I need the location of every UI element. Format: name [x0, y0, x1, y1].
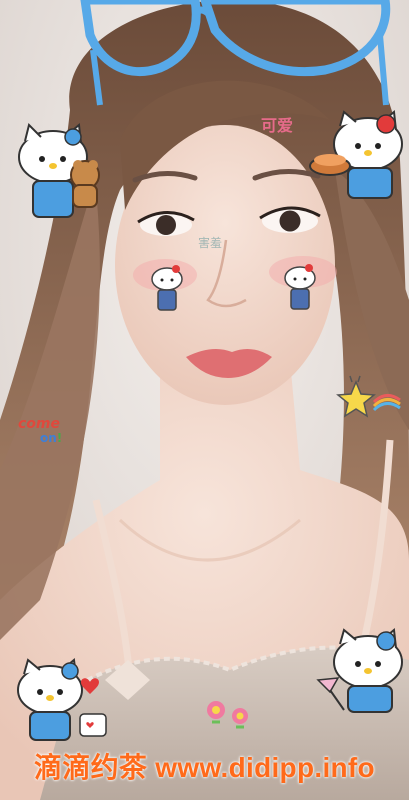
cute-text-sticker: 可爱 — [261, 116, 294, 135]
on-text: on — [40, 431, 57, 445]
right-pupil — [279, 210, 301, 232]
selfie-photo — [0, 0, 409, 800]
on-exclaim: ! — [56, 431, 63, 445]
photo-stage: 可爱 害羞 come on! 滴滴约茶 www.didipp.info — [0, 0, 409, 800]
left-pupil — [156, 215, 176, 235]
watermark-text: 滴滴约茶 www.didipp.info — [34, 752, 375, 783]
on-text-sticker: on! — [40, 431, 62, 445]
come-text-sticker: come — [18, 416, 60, 432]
shy-text-sticker: 害羞 — [198, 236, 223, 250]
